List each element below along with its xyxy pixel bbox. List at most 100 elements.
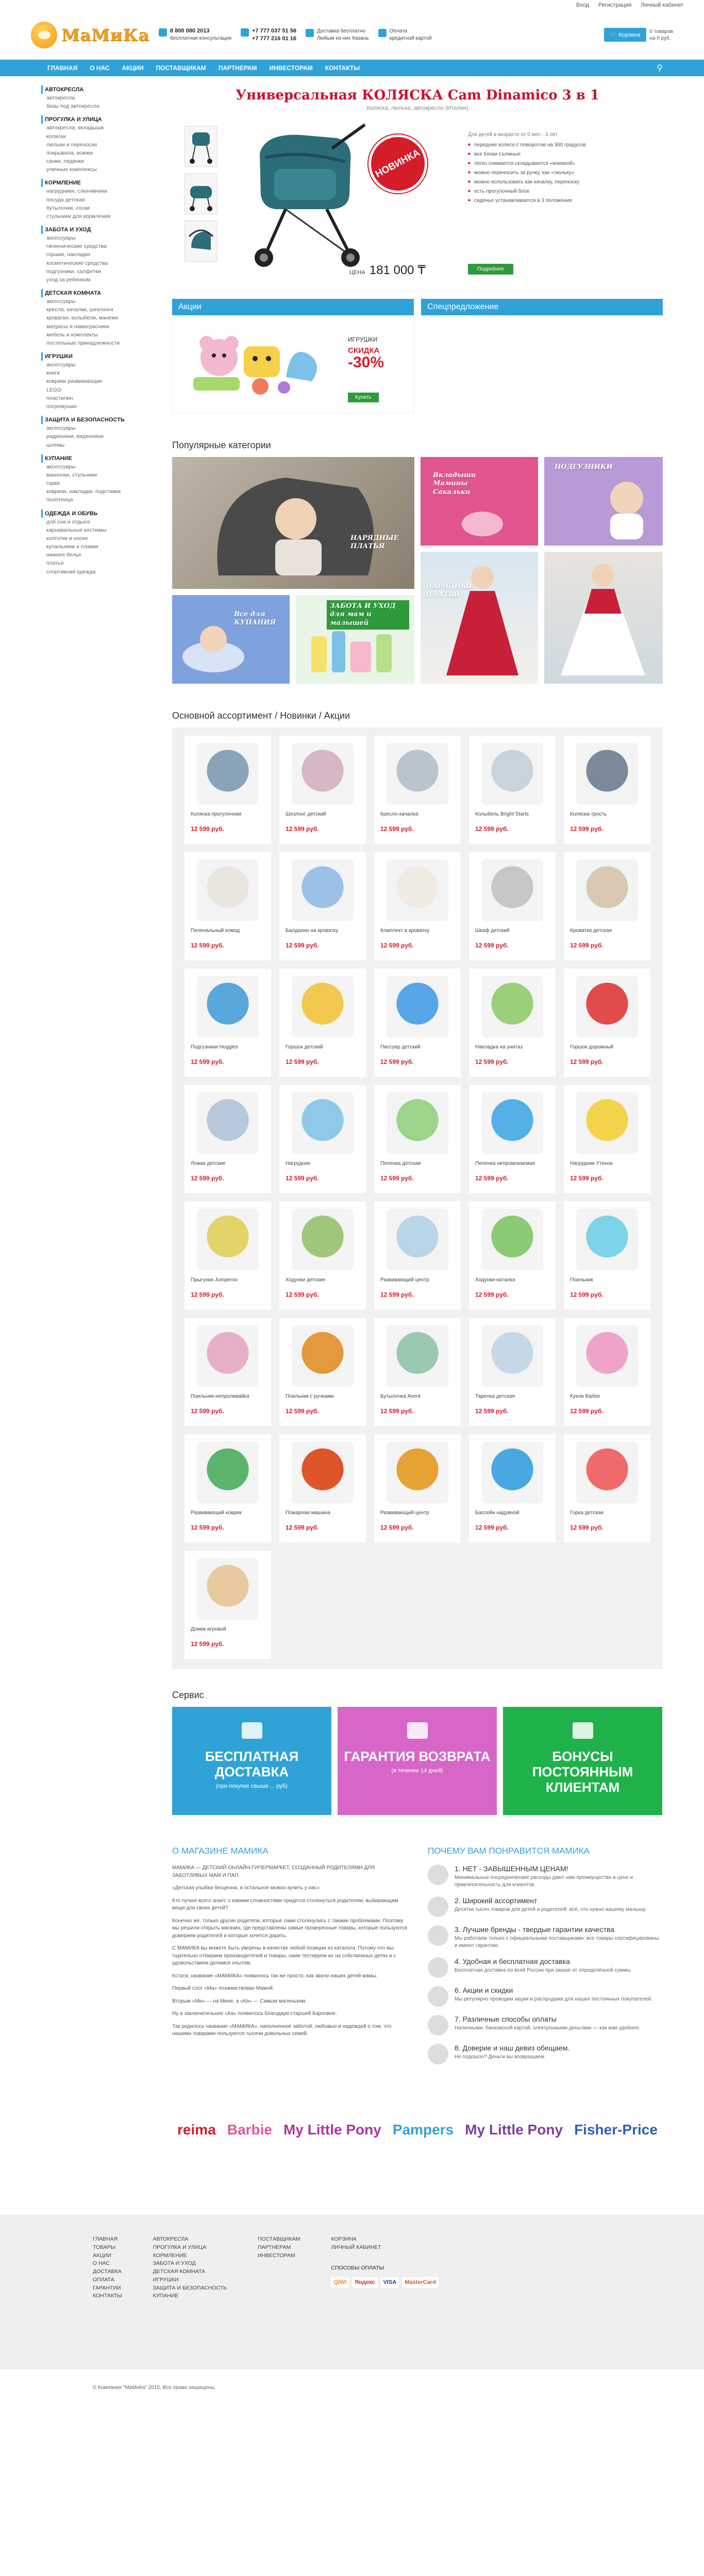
logo[interactable]: МаМиКа	[31, 21, 149, 48]
product-card[interactable]: Колыбель Bright Starts 12 599 руб.	[469, 736, 556, 844]
category-item[interactable]: постельные принадлежности	[41, 339, 160, 347]
actions-title[interactable]: Акции	[172, 299, 414, 315]
footer-link[interactable]: ЗАБОТА И УХОД	[153, 2260, 227, 2268]
tile-diapers[interactable]: ПОДГУЗНИКИ	[544, 457, 663, 546]
category-item[interactable]: уличные комплексы	[41, 165, 160, 174]
footer-link[interactable]: ПАРТНЕРАМ	[258, 2244, 300, 2252]
hero-thumb-carrycot[interactable]	[185, 173, 217, 214]
footer-link[interactable]: ИГРУШКИ	[153, 2276, 227, 2284]
product-card[interactable]: Кресло-качалка 12 599 руб.	[374, 736, 461, 844]
tile-inserts[interactable]: Вкладыши Мамины Сакальки	[421, 457, 538, 546]
category-title[interactable]: ДЕТСКАЯ КОМНАТА	[41, 289, 160, 298]
register-link[interactable]: Регистрация	[598, 2, 631, 8]
product-card[interactable]: Ходунки детские 12 599 руб.	[279, 1201, 366, 1310]
product-card[interactable]: Поильник с ручками 12 599 руб.	[279, 1318, 366, 1426]
footer-link[interactable]: О НАС	[93, 2260, 122, 2268]
category-item[interactable]: LEGO	[41, 386, 160, 394]
footer-link[interactable]: ПОСТАВЩИКАМ	[258, 2235, 300, 2244]
category-item[interactable]: стульчики для кормления	[41, 212, 160, 221]
footer-link[interactable]: ДОСТАВКА	[93, 2268, 122, 2276]
footer-link[interactable]: ТОВАРЫ	[93, 2244, 122, 2252]
brand-logo[interactable]: Fisher-Price	[574, 2122, 658, 2138]
hero-details-button[interactable]: Подробнее	[468, 264, 513, 275]
brand-logo[interactable]: reima	[177, 2122, 216, 2138]
product-card[interactable]: Пожарная машина 12 599 руб.	[279, 1434, 366, 1543]
category-item[interactable]: радионяни, видеоняни	[41, 432, 160, 440]
category-item[interactable]: покрывала, вожжи	[41, 149, 160, 157]
search-icon[interactable]: ⚲	[657, 63, 663, 73]
category-item[interactable]: пластилин	[41, 394, 160, 402]
category-title[interactable]: ЗАЩИТА И БЕЗОПАСНОСТЬ	[41, 416, 160, 425]
hero-banner[interactable]: Универсальная КОЛЯСКА Cam Dinamico 3 в 1…	[172, 86, 663, 292]
footer-link[interactable]: ДЕТСКАЯ КОМНАТА	[153, 2268, 227, 2276]
category-title[interactable]: ПРОГУЛКА И УЛИЦА	[41, 115, 160, 124]
product-card[interactable]: Горшок дорожный 12 599 руб.	[564, 969, 650, 1077]
footer-link[interactable]: КОНТАКТЫ	[93, 2292, 122, 2300]
category-item[interactable]: матрасы и наматрасники	[41, 323, 160, 331]
category-item[interactable]: горшки, накладки	[41, 250, 160, 259]
footer-link[interactable]: ГАРАНТИИ	[93, 2284, 122, 2293]
nav-contacts[interactable]: КОНТАКТЫ	[319, 60, 366, 76]
category-item[interactable]: кроватки, колыбели, манежи	[41, 314, 160, 322]
phone-mobile-1[interactable]: +7 777 037 51 56	[252, 28, 296, 34]
category-item[interactable]: книги	[41, 369, 160, 377]
tile-girls-dresses[interactable]	[544, 552, 663, 684]
category-item[interactable]: нижнее белье	[41, 551, 160, 559]
product-card[interactable]: Нагрудник 12 599 руб.	[279, 1085, 366, 1193]
nav-home[interactable]: ГЛАВНАЯ	[41, 60, 83, 76]
category-item[interactable]: для сна и отдыха	[41, 518, 160, 526]
product-card[interactable]: Пеленальный комод 12 599 руб.	[185, 852, 271, 960]
product-card[interactable]: Горшок детский 12 599 руб.	[279, 969, 366, 1077]
footer-link[interactable]: ОПЛАТА	[93, 2276, 122, 2284]
category-item[interactable]: ванночки, стульчики	[41, 471, 160, 479]
category-item[interactable]: аксессуары	[41, 424, 160, 432]
category-title[interactable]: ОДЕЖДА И ОБУВЬ	[41, 509, 160, 518]
category-item[interactable]: автокресла	[41, 94, 160, 102]
cart-button[interactable]: 🛒 Корзина	[604, 28, 647, 42]
category-item[interactable]: коляски	[41, 132, 160, 141]
product-card[interactable]: Горка детская 12 599 руб.	[564, 1434, 650, 1543]
service-card[interactable]: БОНУСЫ ПОСТОЯННЫМ КЛИЕНТАМ	[503, 1707, 662, 1815]
tile-bathing[interactable]: Все для КУПАНИЯ	[172, 595, 290, 684]
product-card[interactable]: Ходунки-каталка 12 599 руб.	[469, 1201, 556, 1310]
tile-car-seats[interactable]: НАРЯДНЫЕ ПЛАТЬЯ	[172, 457, 414, 589]
category-item[interactable]: косметические средства	[41, 259, 160, 267]
footer-link[interactable]: ПРОГУЛКА И УЛИЦА	[153, 2244, 227, 2252]
nav-partners[interactable]: ПАРТНЕРАМ	[212, 60, 263, 76]
category-item[interactable]: аксессуары	[41, 297, 160, 306]
category-item[interactable]: кресла, качалки, шезлонги	[41, 306, 160, 314]
product-card[interactable]: Развивающий коврик 12 599 руб.	[185, 1434, 271, 1543]
product-card[interactable]: Тарелка детская 12 599 руб.	[469, 1318, 556, 1426]
product-card[interactable]: Развивающий центр 12 599 руб.	[374, 1434, 461, 1543]
brand-logo[interactable]: My Little Pony	[465, 2122, 563, 2138]
product-card[interactable]: Бассейн надувной 12 599 руб.	[469, 1434, 556, 1543]
nav-actions[interactable]: АКЦИИ	[116, 60, 150, 76]
footer-link[interactable]: ЗАЩИТА И БЕЗОПАСНОСТЬ	[153, 2284, 227, 2293]
product-card[interactable]: Поильник-непроливайка 12 599 руб.	[185, 1318, 271, 1426]
actions-body[interactable]: ИГРУШКИ СКИДКА -30% Купить	[172, 315, 414, 413]
footer-link[interactable]: КОРЗИНА	[331, 2235, 438, 2244]
product-card[interactable]: Писсуар детский 12 599 руб.	[374, 969, 461, 1077]
category-item[interactable]: посуда детская	[41, 196, 160, 204]
category-item[interactable]: колготки и носки	[41, 534, 160, 543]
phone-mobile-2[interactable]: +7 777 216 01 16	[252, 36, 296, 42]
special-title[interactable]: Спецпредложение	[421, 299, 663, 315]
footer-link[interactable]: ГЛАВНАЯ	[93, 2235, 122, 2244]
brand-logo[interactable]: My Little Pony	[283, 2122, 381, 2138]
product-card[interactable]: Нагрудник Утенок 12 599 руб.	[564, 1085, 650, 1193]
category-title[interactable]: ИГРУШКИ	[41, 352, 160, 361]
category-item[interactable]: бутылочки, соски	[41, 204, 160, 212]
category-item[interactable]: полотенца	[41, 496, 160, 504]
phone-free[interactable]: 8 800 080 2013	[170, 28, 209, 34]
product-card[interactable]: Балдахин на кроватку 12 599 руб.	[279, 852, 366, 960]
category-item[interactable]: горки	[41, 479, 160, 487]
category-item[interactable]: коврики развивающие	[41, 377, 160, 385]
tile-care[interactable]: ЗАБОТА И УХОД для мам и малышей	[296, 595, 414, 684]
brand-logo[interactable]: Pampers	[393, 2122, 454, 2138]
category-item[interactable]: уход за ребенком	[41, 276, 160, 284]
product-card[interactable]: Бутылочка Avent 12 599 руб.	[374, 1318, 461, 1426]
product-card[interactable]: Шкаф детский 12 599 руб.	[469, 852, 556, 960]
cabinet-link[interactable]: Личный кабинет	[641, 2, 683, 8]
product-card[interactable]: Прыгунки Jumperoo 12 599 руб.	[185, 1201, 271, 1310]
login-link[interactable]: Вход	[576, 2, 589, 8]
